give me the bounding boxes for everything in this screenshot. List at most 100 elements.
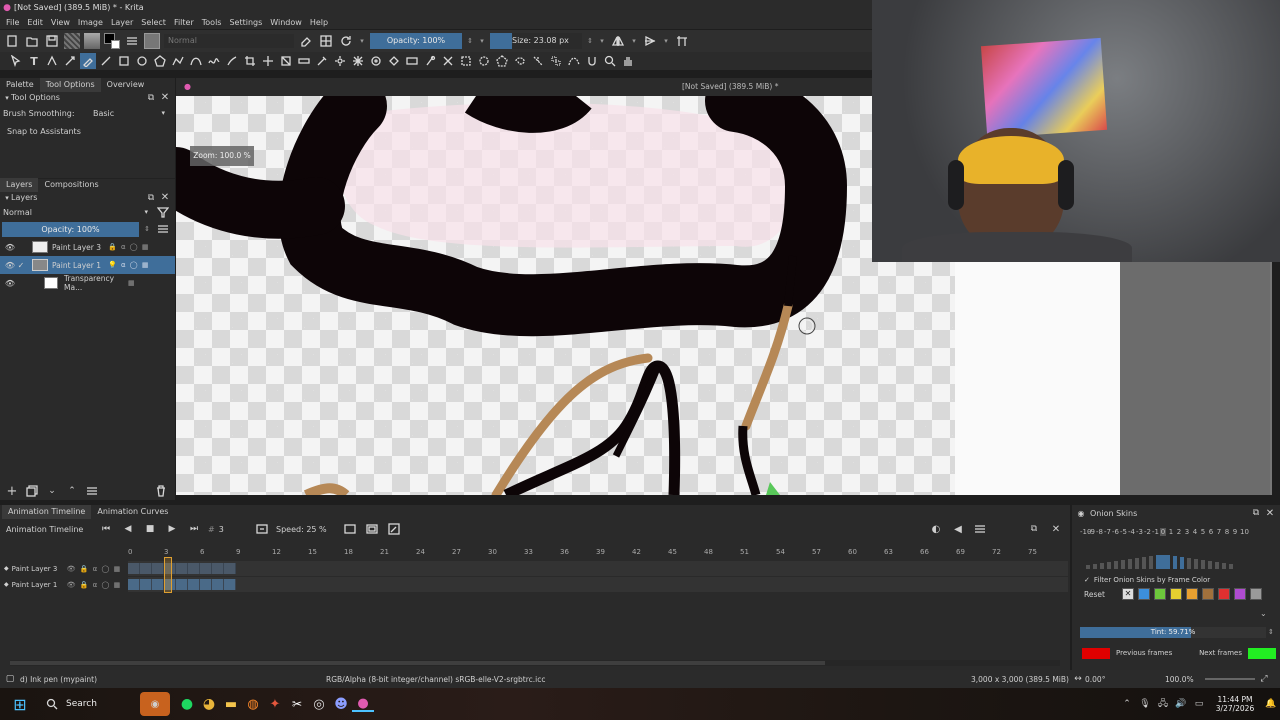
chevron-up-icon[interactable]: ⌃ (64, 483, 80, 499)
rectangle-tool-icon[interactable] (116, 53, 132, 69)
menu-settings[interactable]: Settings (225, 18, 266, 27)
reload-preset-icon[interactable] (338, 33, 354, 49)
onion-offset[interactable]: 9 (1232, 528, 1238, 536)
layer-properties-icons[interactable]: 💡 α ◯ ▦ (108, 261, 149, 269)
close-icon[interactable]: ✕ (1264, 505, 1276, 521)
file-explorer-icon[interactable]: ▬ (220, 696, 242, 712)
timeline-layer-row[interactable]: ◆ Paint Layer 3 👁 🔒 α ◯ ▦ (0, 561, 128, 576)
onion-offset[interactable]: 2 (1176, 528, 1182, 536)
color-label-swatch[interactable] (1202, 588, 1214, 600)
drop-frames-icon[interactable] (342, 521, 358, 537)
game-app-icon[interactable]: ◉ (140, 692, 170, 716)
onion-offset[interactable]: -7 (1104, 528, 1111, 536)
similar-select-icon[interactable] (548, 53, 564, 69)
layer-menu-icon[interactable] (84, 483, 100, 499)
opacity-slider[interactable]: Opacity: 100% (370, 33, 462, 49)
layer-blend-dropdown[interactable]: Normal ▾ (3, 208, 148, 217)
taskbar-search[interactable]: Search (40, 692, 140, 716)
freehand-path-icon[interactable] (206, 53, 222, 69)
onion-offset[interactable]: -9 (1088, 528, 1095, 536)
onion-opacity-bars[interactable] (1082, 551, 1270, 569)
filter-icon[interactable] (155, 204, 171, 220)
capcut-icon[interactable]: ✂ (286, 696, 308, 712)
timeline-scroll-thumb[interactable] (10, 661, 825, 665)
magnetic-select-icon[interactable] (584, 53, 600, 69)
size-stepper-icon[interactable]: ⇕ (586, 33, 594, 49)
first-frame-icon[interactable]: ⏮ (98, 521, 114, 537)
firefox-icon[interactable]: ◍ (242, 696, 264, 712)
keyframe-cells[interactable] (128, 579, 236, 590)
layer-row[interactable]: 👁 Paint Layer 3 🔒 α ◯ ▦ (0, 238, 175, 256)
float-docker-icon[interactable]: ⧉ (1026, 521, 1042, 537)
frame-settings-icon[interactable] (364, 521, 380, 537)
menu-layer[interactable]: Layer (107, 18, 137, 27)
mirror-horizontal-icon[interactable] (610, 33, 626, 49)
crop-tool-icon[interactable] (242, 53, 258, 69)
eye-icon[interactable]: 👁 (4, 257, 16, 273)
chevron-down-icon[interactable]: ▾ (3, 190, 11, 206)
smart-patch-icon[interactable] (332, 53, 348, 69)
tab-animation-curves[interactable]: Animation Curves (91, 505, 174, 519)
microphone-icon[interactable]: 🎙 (1136, 696, 1154, 712)
onion-offset[interactable]: -8 (1096, 528, 1103, 536)
loop-icon[interactable] (254, 521, 270, 537)
reference-tool-icon[interactable] (422, 53, 438, 69)
edit-shapes-icon[interactable] (44, 53, 60, 69)
onion-offset[interactable]: 1 (1168, 528, 1174, 536)
network-icon[interactable]: 🖧 (1154, 696, 1172, 712)
spotify-icon[interactable]: ● (176, 696, 198, 712)
freehand-select-icon[interactable] (512, 53, 528, 69)
opacity-stepper-icon[interactable]: ⇕ (143, 221, 151, 237)
chrome-icon[interactable]: ◕ (198, 696, 220, 712)
color-selector[interactable] (104, 33, 120, 49)
onion-offset-current[interactable]: 0 (1160, 528, 1166, 536)
volume-icon[interactable]: 🔊 (1172, 696, 1190, 712)
float-docker-icon[interactable]: ⧉ (145, 90, 157, 106)
tab-animation-timeline[interactable]: Animation Timeline (2, 505, 92, 519)
gradient-tool-icon[interactable] (404, 53, 420, 69)
calligraphy-icon[interactable] (62, 53, 78, 69)
tint-slider[interactable]: Tint: 59.71% (1080, 627, 1266, 638)
polygon-select-icon[interactable] (494, 53, 510, 69)
menu-file[interactable]: File (0, 18, 23, 27)
keyframe-cells[interactable] (128, 563, 236, 574)
timeline-layer-props[interactable]: 👁 🔒 α ◯ ▦ (67, 581, 122, 589)
chevron-down-icon[interactable]: ▾ (3, 90, 11, 106)
frame-track[interactable] (128, 561, 1068, 576)
onion-offset[interactable]: 5 (1200, 528, 1206, 536)
onion-offset[interactable]: 3 (1184, 528, 1190, 536)
speed-spinbox[interactable]: Speed: 25 % (276, 525, 336, 534)
obs-icon[interactable]: ◎ (308, 696, 330, 712)
layer-row[interactable]: 👁 Transparency Ma... ▦ (0, 274, 175, 292)
onion-offset[interactable]: -10 (1080, 528, 1091, 536)
no-color-swatch[interactable]: ✕ (1122, 588, 1134, 600)
chevron-up-icon[interactable]: ⌃ (1118, 696, 1136, 712)
onion-offset[interactable]: -5 (1120, 528, 1127, 536)
color-label-swatch[interactable] (1234, 588, 1246, 600)
menu-edit[interactable]: Edit (23, 18, 47, 27)
notifications-icon[interactable]: 🔔 (1262, 696, 1280, 712)
menu-filter[interactable]: Filter (170, 18, 198, 27)
next-frame-icon[interactable]: ⏭ (186, 521, 202, 537)
eye-icon[interactable]: 👁 (4, 275, 16, 291)
filter-by-color-row[interactable]: ✓ Filter Onion Skins by Frame Color (1084, 574, 1210, 586)
app-icon[interactable]: ✦ (264, 696, 286, 712)
reset-button[interactable]: Reset (1084, 590, 1122, 599)
tab-overview[interactable]: Overview (101, 78, 151, 92)
freehand-brush-icon[interactable] (80, 53, 96, 69)
pan-tool-icon[interactable] (620, 53, 636, 69)
timeline-menu-icon[interactable] (972, 521, 988, 537)
onion-offset[interactable]: -1 (1152, 528, 1159, 536)
chevron-down-icon[interactable]: ⌄ (44, 483, 60, 499)
chevron-down-icon[interactable]: ▾ (630, 33, 638, 49)
color-picker-icon[interactable] (314, 53, 330, 69)
layer-row-selected[interactable]: 👁 ✓ Paint Layer 1 💡 α ◯ ▦ (0, 256, 175, 274)
dynamic-brush-icon[interactable] (224, 53, 240, 69)
stop-icon[interactable]: ■ (142, 521, 158, 537)
next-frames-color[interactable] (1248, 647, 1276, 659)
eraser-icon[interactable] (298, 33, 314, 49)
line-tool-icon[interactable] (98, 53, 114, 69)
timeline-scrollbar[interactable] (10, 660, 1060, 666)
layer-properties-icons[interactable]: 🔒 α ◯ ▦ (108, 243, 149, 251)
check-icon[interactable]: ✓ (1084, 576, 1090, 584)
